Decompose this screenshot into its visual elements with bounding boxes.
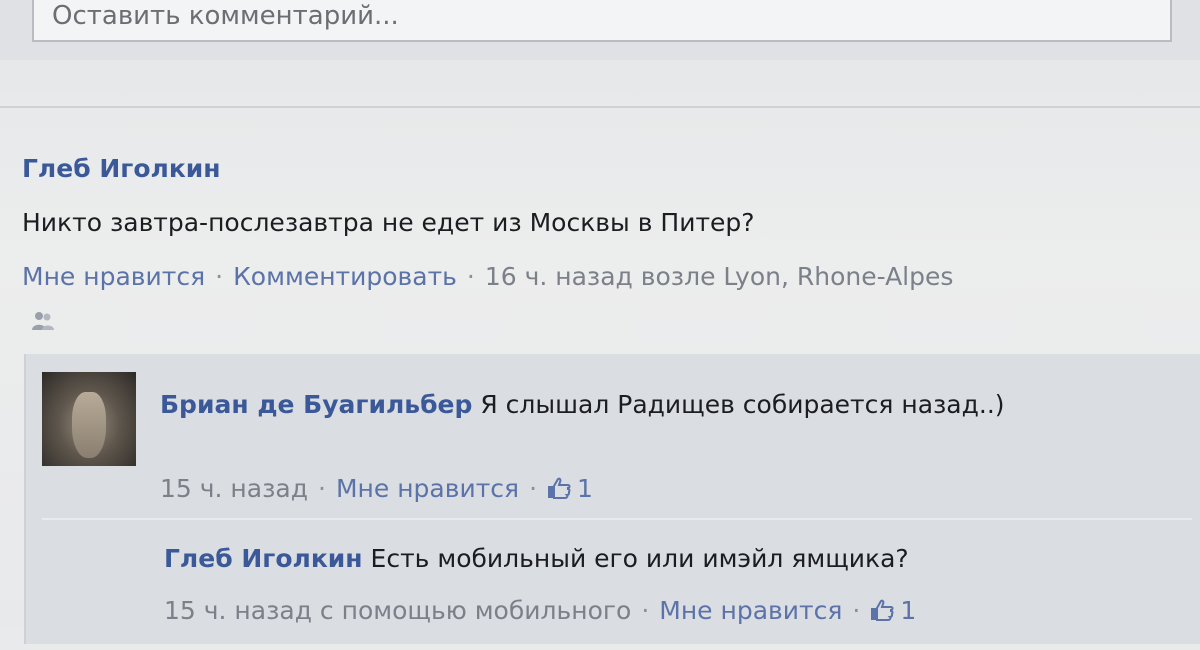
like-count[interactable]: 1	[577, 474, 593, 503]
comment-area: Оставить комментарий...	[0, 0, 1200, 60]
reply-like-link[interactable]: Мне нравится	[336, 474, 519, 503]
reply-meta: 15 ч. назад · Мне нравится · 1	[160, 474, 593, 503]
reply-meta: 15 ч. назад с помощью мобильного · Мне нра…	[164, 596, 916, 625]
post-text: Никто завтра-послезавтра не едет из Моск…	[22, 208, 755, 237]
reply-author-link[interactable]: Глеб Иголкин	[164, 544, 363, 573]
separator: ·	[641, 596, 650, 625]
post-author-link[interactable]: Глеб Иголкин	[22, 154, 221, 183]
replies-list: Бриан де Буагильбер Я слышал Радищев соб…	[24, 354, 1200, 644]
reply-item: Глеб Иголкин Есть мобильный его или имэй…	[42, 518, 1192, 650]
post-meta: 16 ч. назад возле Lyon, Rhone-Alpes	[484, 262, 954, 291]
reply-text: Я слышал Радищев собирается назад..)	[480, 390, 1005, 419]
separator: ·	[852, 596, 861, 625]
separator: ·	[529, 474, 538, 503]
reply-time[interactable]: 15 ч. назад	[160, 474, 308, 503]
comment-input[interactable]: Оставить комментарий...	[32, 0, 1172, 42]
reply-body: Бриан де Буагильбер Я слышал Радищев соб…	[160, 386, 1120, 424]
friends-icon[interactable]	[30, 310, 56, 332]
reply-text: Есть мобильный его или имэйл ямщика?	[370, 544, 909, 573]
avatar[interactable]	[42, 372, 136, 466]
like-link[interactable]: Мне нравится	[22, 262, 205, 291]
avatar-face	[72, 392, 106, 458]
post-actions: Мне нравится · Комментировать · 16 ч. назад …	[22, 262, 953, 291]
divider	[0, 106, 1200, 108]
separator: ·	[466, 262, 475, 291]
like-count[interactable]: 1	[900, 596, 916, 625]
reply-time[interactable]: 15 ч. назад с помощью мобильного	[164, 596, 631, 625]
comment-link[interactable]: Комментировать	[233, 262, 457, 291]
thumbs-up-icon[interactable]	[547, 477, 571, 499]
separator: ·	[318, 474, 326, 503]
separator: ·	[215, 262, 224, 291]
reply-like-link[interactable]: Мне нравится	[659, 596, 842, 625]
reply-body: Глеб Иголкин Есть мобильный его или имэй…	[164, 540, 1124, 578]
reply-author-link[interactable]: Бриан де Буагильбер	[160, 390, 472, 419]
page: Оставить комментарий... Глеб Иголкин Ник…	[0, 0, 1200, 644]
thumbs-up-icon[interactable]	[870, 599, 894, 621]
reply-item: Бриан де Буагильбер Я слышал Радищев соб…	[42, 366, 1192, 506]
